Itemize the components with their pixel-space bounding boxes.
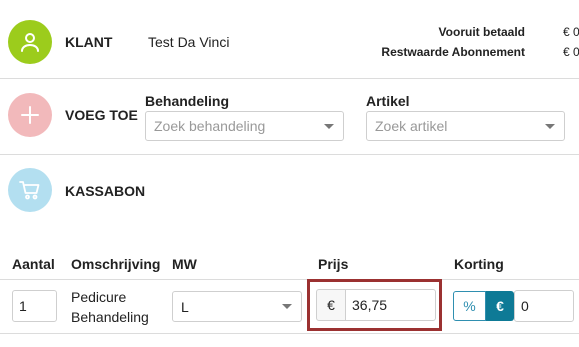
add-section-title: VOEG TOE <box>65 107 138 123</box>
chevron-down-icon <box>324 124 334 129</box>
chevron-down-icon <box>545 124 555 129</box>
prepaid-label: Vooruit betaald <box>438 25 525 39</box>
divider-add <box>0 154 579 155</box>
residual-label: Restwaarde Abonnement <box>381 45 525 59</box>
quantity-input[interactable]: 1 <box>12 290 57 322</box>
treatment-label: Behandeling <box>145 93 230 109</box>
column-quantity: Aantal <box>12 256 55 272</box>
discount-percent-toggle[interactable]: % <box>453 291 486 321</box>
price-highlight-box <box>307 279 442 331</box>
treatment-search-select[interactable]: Zoek behandeling <box>145 111 344 141</box>
divider-client <box>0 78 579 79</box>
client-avatar-circle <box>8 20 52 64</box>
receipt-section-title: KASSABON <box>65 183 146 199</box>
description-line-1: Pedicure <box>71 289 127 305</box>
receipt-circle <box>8 168 52 212</box>
chevron-down-icon <box>282 304 292 309</box>
plus-icon <box>21 106 39 124</box>
column-discount: Korting <box>454 256 504 272</box>
employee-select[interactable]: L <box>172 291 302 322</box>
column-employee: MW <box>172 256 197 272</box>
table-header-divider <box>0 279 579 280</box>
treatment-placeholder: Zoek behandeling <box>154 118 266 134</box>
article-label: Artikel <box>366 93 410 109</box>
cart-icon <box>19 181 40 200</box>
prepaid-value: € 0 <box>563 25 579 39</box>
discount-euro-toggle[interactable]: € <box>486 291 514 321</box>
add-circle[interactable] <box>8 93 52 137</box>
description-line-2: Behandeling <box>71 309 149 325</box>
discount-input[interactable]: 0 <box>514 290 574 322</box>
article-search-select[interactable]: Zoek artikel <box>366 111 565 141</box>
column-price: Prijs <box>318 256 349 272</box>
column-description: Omschrijving <box>71 256 161 272</box>
article-placeholder: Zoek artikel <box>375 118 448 134</box>
client-section-title: KLANT <box>65 34 113 50</box>
residual-value: € 0 <box>563 45 579 59</box>
table-row-divider <box>0 333 579 334</box>
user-icon <box>21 33 39 52</box>
client-name[interactable]: Test Da Vinci <box>148 34 229 50</box>
employee-value: L <box>181 298 189 315</box>
